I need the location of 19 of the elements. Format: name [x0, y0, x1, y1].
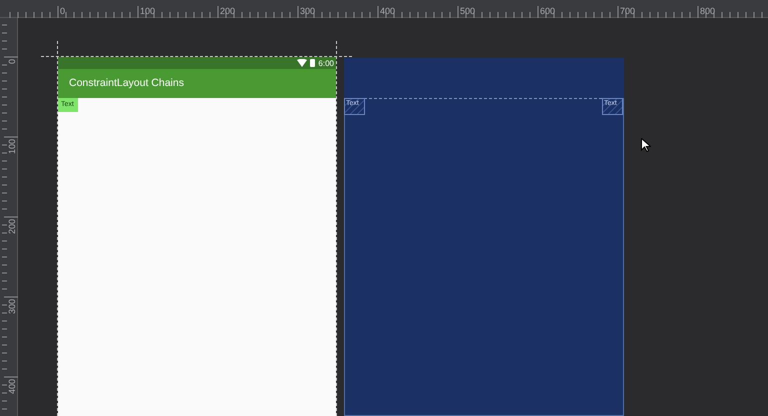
ruler-label: 400 — [7, 379, 17, 394]
wifi-icon — [297, 59, 308, 67]
ruler-label: 0 — [60, 6, 66, 16]
ruler-label: 800 — [700, 6, 716, 16]
ruler-label: 700 — [620, 6, 636, 16]
ruler-label: 500 — [460, 6, 476, 16]
ruler-label: 200 — [7, 219, 17, 234]
mouse-cursor-icon — [641, 138, 651, 152]
ruler-label: 0 — [7, 59, 17, 64]
status-time: 6:00 — [318, 58, 334, 68]
battery-icon — [310, 59, 316, 67]
ruler-label: 100 — [140, 6, 156, 16]
ruler-label: 300 — [300, 6, 316, 16]
ruler-label: 300 — [7, 299, 17, 314]
ruler-label: 100 — [7, 139, 17, 154]
app-title: ConstraintLayout Chains — [69, 76, 184, 91]
ruler-label: 400 — [380, 6, 396, 16]
ruler-label: 600 — [540, 6, 556, 16]
ruler-label: 200 — [220, 6, 236, 16]
